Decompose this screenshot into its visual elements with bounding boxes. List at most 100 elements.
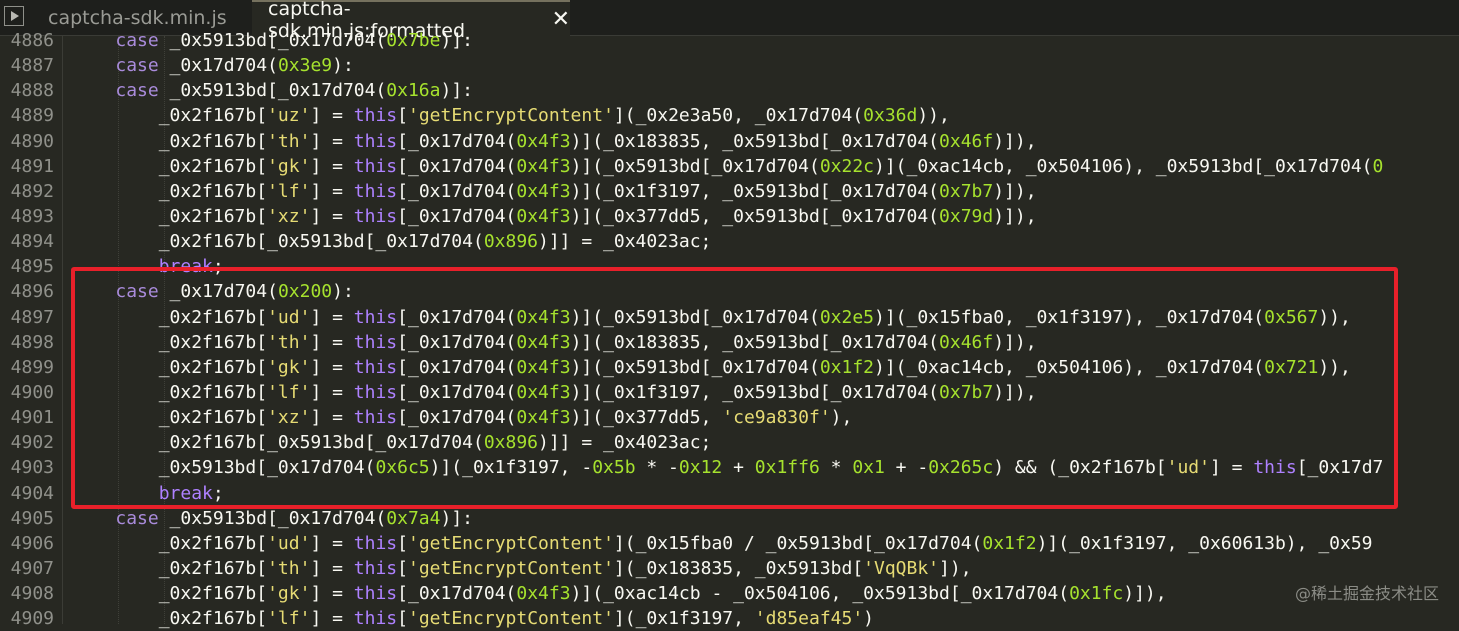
code-token: _0x5913bd[_0x17d704(: [158, 30, 387, 51]
code-token: )]:: [440, 30, 473, 51]
code-text: case _0x17d704(0x3e9):: [72, 53, 354, 78]
code-text: case _0x5913bd[_0x17d704(0x7a4)]:: [72, 506, 473, 531]
code-token: this: [353, 205, 398, 227]
code-token: 'VqQBk': [863, 557, 940, 579]
code-token: ] =: [310, 532, 354, 554]
code-token: )](_0x377dd5, _0x5913bd[_0x17d704(: [570, 205, 940, 227]
code-token: 'ud': [267, 532, 311, 554]
code-token: _0x2f167b[: [72, 583, 268, 605]
code-token: _0x2f167b[: [72, 532, 268, 554]
code-token: case: [115, 30, 159, 51]
code-token: 0x7be: [386, 30, 441, 51]
code-text: _0x2f167b['uz'] = this['getEncryptConten…: [72, 103, 950, 128]
code-token: this: [353, 130, 398, 152]
code-token: this: [353, 532, 398, 554]
watermark: @稀土掘金技术社区: [1294, 584, 1439, 603]
code-token: ] =: [310, 155, 354, 177]
code-token: 'getEncryptContent': [408, 557, 614, 579]
code-token: 0x16a: [386, 80, 441, 102]
line-number: 4909: [10, 608, 54, 630]
code-token: [_0x17d704(: [397, 583, 517, 605]
code-token: 'th': [267, 130, 311, 152]
code-text: _0x2f167b['lf'] = this[_0x17d704(0x4f3)]…: [72, 179, 1037, 204]
code-token: ] =: [310, 583, 354, 605]
code-token: 'getEncryptContent': [408, 608, 614, 630]
code-line: 4907 _0x2f167b['th'] = this['getEncryptC…: [0, 556, 1459, 581]
code-token: case: [115, 80, 159, 102]
line-number: 4904: [10, 482, 54, 504]
code-token: 0x7b7: [939, 180, 994, 202]
code-token: 0x896: [483, 231, 538, 253]
code-line: 4908 _0x2f167b['gk'] = this[_0x17d704( 0x…: [0, 581, 1459, 606]
line-number: 4893: [10, 205, 54, 227]
code-token: ](_0x183835, _0x5913bd[: [613, 557, 864, 579]
line-number: 4887: [10, 55, 54, 77]
code-token: _0x2f167b[: [72, 205, 268, 227]
code-token: _0x2f167b[_0x5913bd[_0x17d704(: [72, 231, 484, 253]
line-number: 4908: [10, 583, 54, 605]
code-token: [: [397, 557, 408, 579]
code-token: 0x1fc: [1069, 583, 1124, 605]
code-token: _0x2f167b[: [72, 105, 268, 127]
code-token: this: [353, 608, 398, 630]
code-token: 0x7a4: [386, 507, 441, 529]
code-token: )),: [917, 105, 950, 127]
code-token: 0x46f: [939, 130, 994, 152]
code-token: [_0x17d704(: [397, 180, 517, 202]
code-token: 'lf': [267, 608, 311, 630]
code-text: _0x2f167b['xz'] = this[_0x17d704(0x4f3)]…: [72, 204, 1037, 229]
code-token: [: [397, 105, 408, 127]
code-token: 'th': [267, 557, 311, 579]
line-number: 4905: [10, 507, 54, 529]
code-token: _0x2f167b[: [72, 180, 268, 202]
code-line: 4893 _0x2f167b['xz'] = this[_0x17d704(0x…: [0, 204, 1459, 229]
code-token: 0x3e9: [277, 55, 333, 77]
code-token: 'uz': [267, 105, 311, 127]
code-token: _0x2f167b[: [72, 557, 268, 579]
code-line: 4890 _0x2f167b['th'] = this[_0x17d704(0x…: [0, 129, 1459, 154]
code-token: ):: [332, 55, 354, 77]
code-line: 4889 _0x2f167b['uz'] = this['getEncryptC…: [0, 103, 1459, 128]
code-text: _0x2f167b['lf'] = this['getEncryptConten…: [72, 606, 874, 631]
code-token: )]:: [440, 80, 473, 102]
code-token: )](_0x1f3197, _0x5913bd[_0x17d704(: [570, 180, 940, 202]
code-token: 0x4f3: [516, 180, 571, 202]
code-token: _0x5913bd[_0x17d704(: [158, 507, 387, 529]
code-token: 'getEncryptContent': [408, 105, 614, 127]
line-number: 4901: [10, 407, 54, 429]
code-text: _0x2f167b['gk'] = this[_0x17d704(0x4f3)]…: [72, 154, 1384, 179]
code-line: 4905 case _0x5913bd[_0x17d704(0x7a4)]:: [0, 506, 1459, 531]
code-token: )]),: [1123, 583, 1167, 605]
code-token: 0x1f2: [982, 532, 1037, 554]
code-line: 4891 _0x2f167b['gk'] = this[_0x17d704(0x…: [0, 154, 1459, 179]
code-line: 4909 _0x2f167b['lf'] = this['getEncryptC…: [0, 606, 1459, 631]
code-token: this: [353, 557, 398, 579]
line-number: 4895: [10, 256, 54, 278]
code-token: )](_0xac14cb, _0x504106), _0x5913bd[_0x1…: [874, 155, 1373, 177]
line-number: 4903: [10, 457, 54, 479]
code-token: )]] = _0x4023ac;: [538, 231, 712, 253]
line-number: 4897: [10, 306, 54, 328]
line-number: 4891: [10, 155, 54, 177]
code-token: this: [353, 105, 398, 127]
code-token: 0x22c: [819, 155, 874, 177]
sidebar-toggle-icon[interactable]: [4, 6, 24, 26]
code-line: 4886 case _0x5913bd[_0x17d704(0x7be)]:: [0, 28, 1459, 53]
code-token: _0x5913bd[_0x17d704(: [158, 80, 387, 102]
code-token: [: [397, 532, 408, 554]
code-token: ](_0x15fba0 / _0x5913bd[_0x17d704(: [613, 532, 983, 554]
code-token: this: [353, 155, 398, 177]
line-number: 4906: [10, 532, 54, 554]
code-token: ](_0x2e3a50, _0x17d704(: [613, 105, 864, 127]
code-token: 0x4f3: [516, 130, 571, 152]
code-token: this: [353, 583, 398, 605]
code-token: 'xz': [267, 205, 311, 227]
code-line: 4906 _0x2f167b['ud'] = this['getEncryptC…: [0, 531, 1459, 556]
code-text: _0x2f167b['th'] = this[_0x17d704(0x4f3)]…: [72, 129, 1037, 154]
code-text: case _0x5913bd[_0x17d704(0x16a)]:: [72, 78, 473, 103]
code-token: 'gk': [267, 583, 311, 605]
code-token: )]),: [993, 130, 1037, 152]
line-number: 4899: [10, 356, 54, 378]
